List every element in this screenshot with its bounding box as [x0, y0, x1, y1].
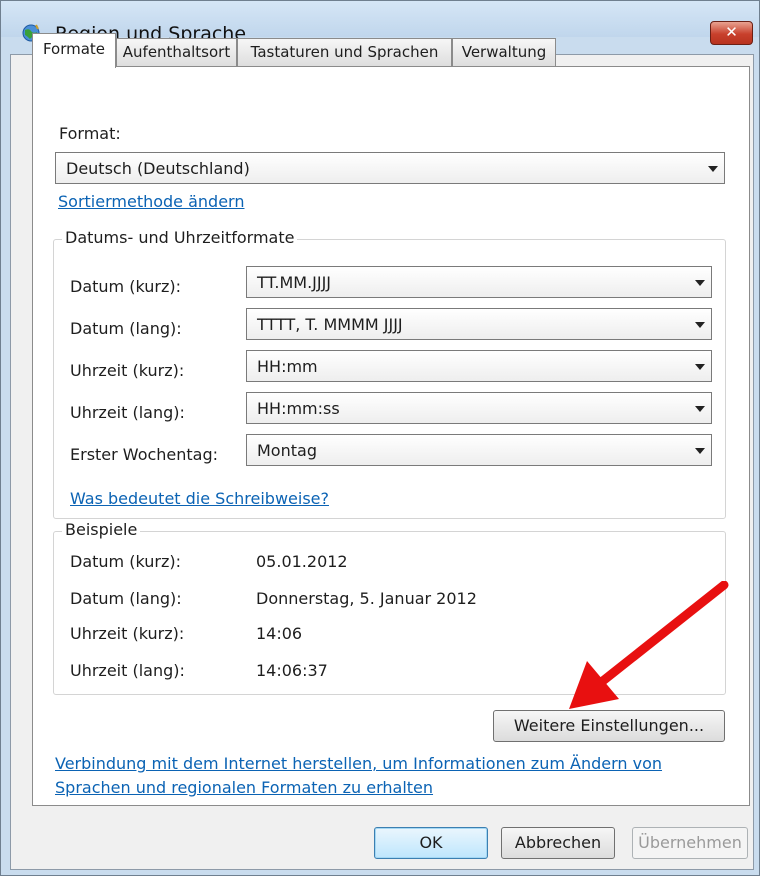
long-date-dropdown[interactable]: TTTT, T. MMMM JJJJ — [246, 308, 712, 340]
chevron-down-icon — [695, 406, 705, 412]
example-short-time-value: 14:06 — [256, 624, 303, 643]
tab-verwaltung[interactable]: Verwaltung — [452, 38, 556, 66]
ok-button[interactable]: OK — [374, 827, 488, 859]
short-date-dropdown[interactable]: TT.MM.JJJJ — [246, 266, 712, 298]
date-time-formats-legend: Datums- und Uhrzeitformate — [62, 228, 298, 247]
chevron-down-icon — [695, 364, 705, 370]
short-time-dropdown[interactable]: HH:mm — [246, 350, 712, 382]
short-date-value: TT.MM.JJJJ — [257, 273, 332, 292]
first-weekday-dropdown[interactable]: Montag — [246, 434, 712, 466]
example-short-date-value: 05.01.2012 — [256, 552, 348, 571]
sort-method-link[interactable]: Sortiermethode ändern — [58, 192, 244, 211]
example-long-date-label: Datum (lang): — [70, 589, 182, 608]
format-dropdown[interactable]: Deutsch (Deutschland) — [55, 152, 725, 184]
first-weekday-label: Erster Wochentag: — [70, 445, 219, 464]
format-label: Format: — [59, 124, 121, 143]
tab-formate[interactable]: Formate — [32, 33, 116, 68]
date-time-formats-group: Datums- und Uhrzeitformate Datum (kurz):… — [53, 228, 726, 519]
example-short-date-label: Datum (kurz): — [70, 552, 181, 571]
chevron-down-icon — [695, 322, 705, 328]
chevron-down-icon — [708, 166, 718, 172]
chevron-down-icon — [695, 280, 705, 286]
tab-aufenthaltsort[interactable]: Aufenthaltsort — [116, 38, 237, 66]
examples-legend: Beispiele — [62, 520, 141, 539]
long-time-dropdown[interactable]: HH:mm:ss — [246, 392, 712, 424]
first-weekday-value: Montag — [257, 441, 317, 460]
example-long-time-label: Uhrzeit (lang): — [70, 661, 185, 680]
long-time-label: Uhrzeit (lang): — [70, 403, 185, 422]
short-time-value: HH:mm — [257, 357, 318, 376]
internet-info-link-line1[interactable]: Verbindung mit dem Internet herstellen, … — [55, 754, 662, 773]
example-long-time-value: 14:06:37 — [256, 661, 328, 680]
apply-button[interactable]: Übernehmen — [632, 827, 748, 859]
red-annotation-arrow-icon — [569, 581, 729, 709]
close-button[interactable]: ✕ — [710, 21, 753, 45]
internet-info-link-line2[interactable]: Sprachen und regionalen Formaten zu erha… — [55, 778, 433, 797]
cancel-button[interactable]: Abbrechen — [501, 827, 615, 859]
short-date-label: Datum (kurz): — [70, 277, 181, 296]
format-value: Deutsch (Deutschland) — [66, 159, 250, 178]
chevron-down-icon — [695, 448, 705, 454]
example-short-time-label: Uhrzeit (kurz): — [70, 624, 185, 643]
long-date-label: Datum (lang): — [70, 319, 182, 338]
notation-help-link[interactable]: Was bedeutet die Schreibweise? — [70, 489, 329, 508]
short-time-label: Uhrzeit (kurz): — [70, 361, 185, 380]
region-and-language-window: Region und Sprache ✕ Formate Aufenthalts… — [0, 0, 760, 876]
title-bar[interactable]: Region und Sprache ✕ — [1, 1, 759, 45]
example-long-date-value: Donnerstag, 5. Januar 2012 — [256, 589, 477, 608]
long-time-value: HH:mm:ss — [257, 399, 340, 418]
long-date-value: TTTT, T. MMMM JJJJ — [257, 315, 403, 334]
tab-tastaturen-und-sprachen[interactable]: Tastaturen und Sprachen — [237, 38, 452, 66]
